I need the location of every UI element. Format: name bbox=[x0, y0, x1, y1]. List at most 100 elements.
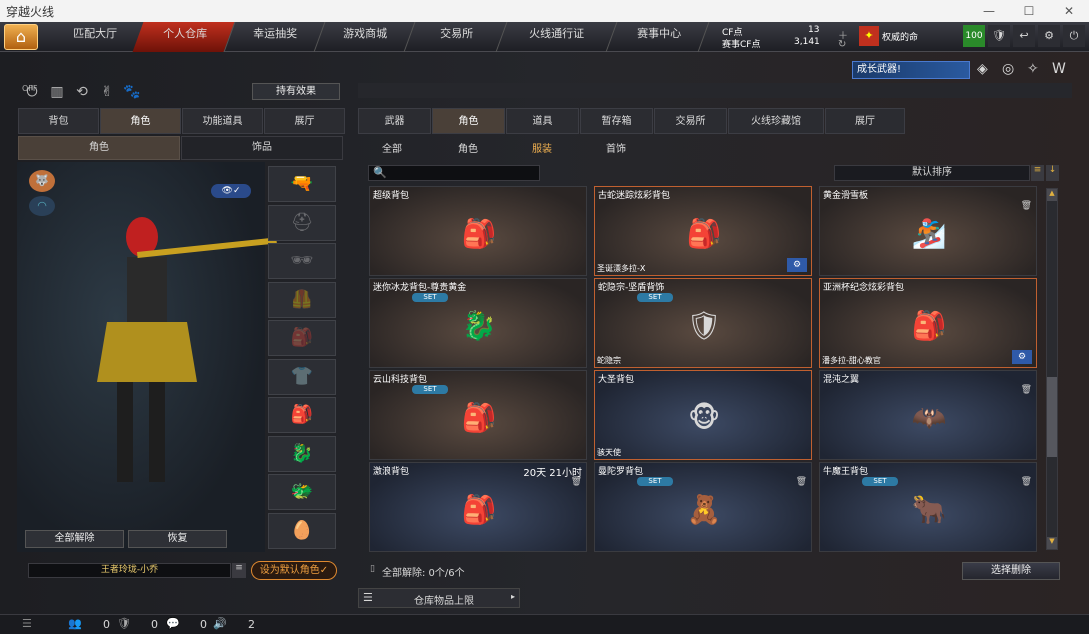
nav-tab[interactable]: 交易所 bbox=[404, 22, 508, 52]
pose-icon[interactable]: ✌ bbox=[97, 84, 117, 104]
character-type-icon[interactable]: 🐺 bbox=[29, 170, 55, 192]
character-preview[interactable]: 🐺 ◠ 👁✓ bbox=[17, 162, 277, 552]
sort-direction-icon[interactable]: ↓ bbox=[1046, 165, 1059, 181]
settings-icon[interactable]: ⚙ bbox=[787, 258, 807, 272]
rotate-icon[interactable]: ⟲ bbox=[72, 84, 92, 104]
character-name-field[interactable]: 王者玲珑-小乔 bbox=[28, 563, 231, 578]
inventory-item[interactable]: 云山科技背包 🎒 SET bbox=[369, 370, 587, 460]
nav-tab[interactable]: 个人仓库 bbox=[132, 22, 236, 52]
badge-icon-3[interactable]: ✧ bbox=[1027, 61, 1039, 77]
right-tab[interactable]: 展厅 bbox=[825, 108, 905, 134]
clan-icon[interactable]: 🛡 bbox=[117, 617, 131, 630]
right-tab[interactable]: 交易所 bbox=[654, 108, 727, 134]
home-button[interactable]: ⌂ bbox=[4, 24, 38, 50]
right-tab[interactable]: 角色 bbox=[432, 108, 505, 134]
settings-icon[interactable]: ⚙ bbox=[1012, 350, 1032, 364]
menu-icon[interactable]: ☰ bbox=[22, 617, 32, 630]
view-toggle-icon[interactable]: 👁✓ bbox=[211, 184, 251, 198]
equip-slot[interactable]: 🥚 bbox=[268, 512, 336, 549]
equip-slot[interactable]: 🦺 bbox=[268, 281, 336, 318]
refresh-icon[interactable]: ↻ bbox=[838, 39, 846, 50]
equip-slot[interactable]: 🕶 bbox=[268, 243, 336, 279]
nav-tab[interactable]: 赛事中心 bbox=[606, 22, 710, 52]
scroll-up-icon[interactable]: ▲ bbox=[1047, 189, 1057, 201]
scroll-down-icon[interactable]: ▼ bbox=[1047, 537, 1057, 549]
inventory-item[interactable]: 黄金滑雪板 🏂 🗑 bbox=[819, 186, 1037, 276]
nav-tab[interactable]: 幸运抽奖 bbox=[222, 22, 326, 52]
volume-icon[interactable]: 🔊 bbox=[213, 617, 227, 630]
capacity-label: 仓库物品上限 bbox=[414, 596, 474, 607]
right-tab[interactable]: 武器 bbox=[358, 108, 431, 134]
chat-icon[interactable]: 💬 bbox=[166, 617, 180, 630]
badge-icon-4[interactable]: W bbox=[1052, 61, 1066, 77]
scroll-thumb[interactable] bbox=[1047, 377, 1057, 457]
effects-button[interactable]: 持有效果 bbox=[252, 83, 340, 100]
right-tab[interactable]: 火线珍藏馆 bbox=[728, 108, 824, 134]
inventory-item[interactable]: 牛魔王背包 🐂 SET 🗑 bbox=[819, 462, 1037, 552]
left-tab[interactable]: 展厅 bbox=[264, 108, 345, 134]
badge-icon-2[interactable]: ◎ bbox=[1002, 61, 1014, 77]
inventory-item[interactable]: 蛇隐宗-坚盾背饰 🛡 SET 蛇隐宗 bbox=[594, 278, 812, 368]
inventory-item[interactable]: 曼陀罗背包 🧸 SET 🗑 bbox=[594, 462, 812, 552]
equip-slot[interactable]: ⛑ bbox=[268, 204, 336, 241]
equip-slot[interactable]: 👕 bbox=[268, 358, 336, 395]
left-tab[interactable]: 功能道具 bbox=[182, 108, 263, 134]
right-tab[interactable]: 暂存箱 bbox=[580, 108, 653, 134]
restore-button[interactable]: 恢复 bbox=[128, 530, 227, 548]
volume-count: 2 bbox=[248, 618, 255, 631]
badge-icon-1[interactable]: ◈ bbox=[977, 61, 988, 77]
growth-weapon-banner[interactable]: 成长武器! bbox=[852, 61, 970, 79]
exit-icon[interactable]: ↩ bbox=[1013, 25, 1035, 47]
search-input[interactable]: 🔍 bbox=[368, 165, 540, 181]
left-tab[interactable]: 背包 bbox=[18, 108, 99, 134]
power-icon[interactable]: ⏻ bbox=[1063, 25, 1085, 47]
stats-icon[interactable]: ▥ bbox=[47, 84, 67, 104]
item-name: 蛇隐宗-坚盾背饰 bbox=[598, 283, 665, 293]
gear-icon[interactable]: ⚙ bbox=[1038, 25, 1060, 47]
toggle-icon[interactable]: ⏻ bbox=[22, 84, 42, 104]
equip-slot[interactable]: 🎒 bbox=[268, 320, 336, 356]
subtab-accessory[interactable]: 饰品 bbox=[181, 136, 343, 160]
maximize-button[interactable]: ☐ bbox=[1009, 0, 1049, 22]
item-image-icon: 🎒 bbox=[461, 401, 497, 434]
pet-icon[interactable]: 🐾 bbox=[122, 84, 142, 104]
stack-icon: ☰ bbox=[363, 591, 373, 604]
set-default-button[interactable]: 设为默认角色✓ bbox=[251, 561, 337, 580]
clear-all-button[interactable]: 全部解除 bbox=[25, 530, 124, 548]
right-subtab[interactable]: 角色 bbox=[458, 140, 478, 155]
close-button[interactable]: ✕ bbox=[1049, 0, 1089, 22]
inventory-item[interactable]: 混沌之翼 🦇 🗑 bbox=[819, 370, 1037, 460]
item-tag: 潘多拉-甜心教官 bbox=[822, 356, 881, 365]
right-subtab[interactable]: 服装 bbox=[532, 140, 552, 155]
friends-icon[interactable]: 👥 bbox=[68, 617, 82, 630]
equip-slot[interactable]: 🔫 bbox=[268, 166, 336, 202]
item-scrollbar[interactable]: ▲ ▼ bbox=[1046, 188, 1058, 550]
nav-tab[interactable]: 火线通行证 bbox=[494, 22, 618, 52]
inventory-item[interactable]: 超级背包 🎒 bbox=[369, 186, 587, 276]
slot-item-icon: ⛑ bbox=[290, 211, 314, 233]
select-delete-button[interactable]: 选择删除 bbox=[962, 562, 1060, 580]
left-tab[interactable]: 角色 bbox=[100, 108, 181, 134]
sort-dropdown[interactable]: 默认排序 bbox=[834, 165, 1030, 181]
pose-toggle-icon[interactable]: ◠ bbox=[29, 196, 55, 216]
right-subtab[interactable]: 首饰 bbox=[606, 140, 626, 155]
inventory-item[interactable]: 亚洲杯纪念炫彩背包 🎒 潘多拉-甜心教官 ⚙ bbox=[819, 278, 1037, 368]
list-icon[interactable]: ≡ bbox=[232, 563, 246, 578]
capacity-bar[interactable]: ☰ 仓库物品上限 ▸ bbox=[358, 588, 520, 608]
right-subtab[interactable]: 全部 bbox=[382, 140, 402, 155]
inventory-item[interactable]: 大圣背包 🐵 骇天使 bbox=[594, 370, 812, 460]
subtab-character[interactable]: 角色 bbox=[18, 136, 180, 160]
shield-icon[interactable]: 🛡 bbox=[988, 25, 1010, 47]
list-view-icon[interactable]: ≡ bbox=[1031, 165, 1044, 181]
inventory-item[interactable]: 迷你冰龙背包-尊贵黄金 🐉 SET bbox=[369, 278, 587, 368]
nav-tab[interactable]: 游戏商城 bbox=[312, 22, 416, 52]
set-badge: SET bbox=[412, 385, 448, 394]
inventory-item[interactable]: 古蛇迷踪炫彩背包 🎒 圣诞漂多拉-X ⚙ bbox=[594, 186, 812, 276]
right-tab[interactable]: 道具 bbox=[506, 108, 579, 134]
minimize-button[interactable]: — bbox=[969, 0, 1009, 22]
inventory-item[interactable]: 激浪背包 🎒 🗑 20天 21小时 bbox=[369, 462, 587, 552]
equip-slot[interactable]: 🐲 bbox=[268, 474, 336, 510]
equip-slot[interactable]: 🐉 bbox=[268, 435, 336, 472]
nav-tab[interactable]: 匹配大厅 bbox=[42, 22, 146, 52]
equip-slot[interactable]: 🎒 bbox=[268, 397, 336, 433]
